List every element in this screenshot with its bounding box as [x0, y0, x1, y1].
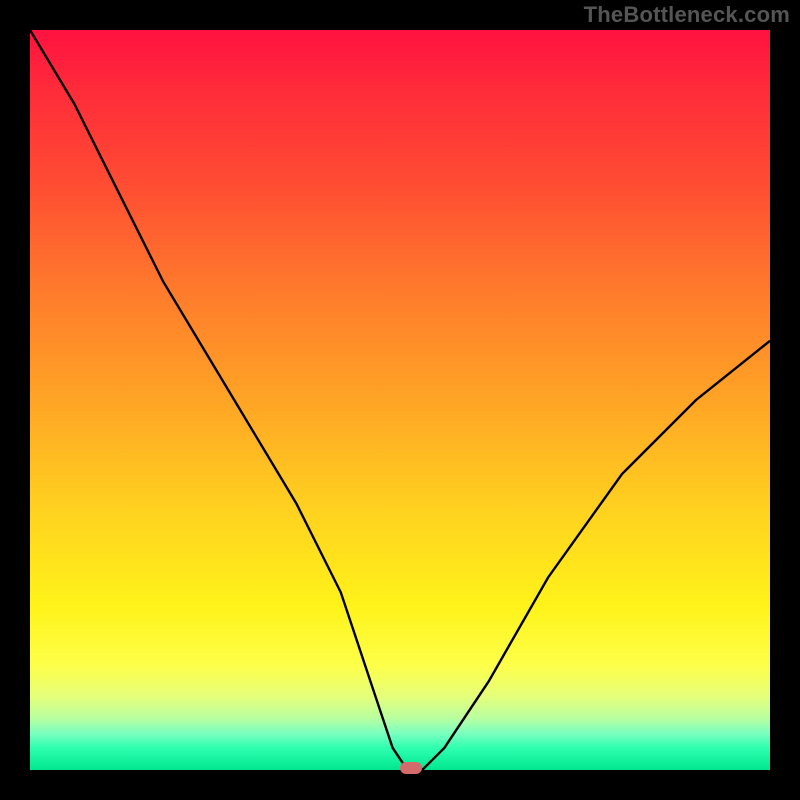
optimal-point-marker: [400, 762, 422, 774]
bottleneck-curve: [30, 30, 770, 770]
chart-frame: TheBottleneck.com: [0, 0, 800, 800]
curve-path: [30, 30, 770, 770]
chart-plot-area: [30, 30, 770, 770]
watermark-text: TheBottleneck.com: [584, 2, 790, 28]
